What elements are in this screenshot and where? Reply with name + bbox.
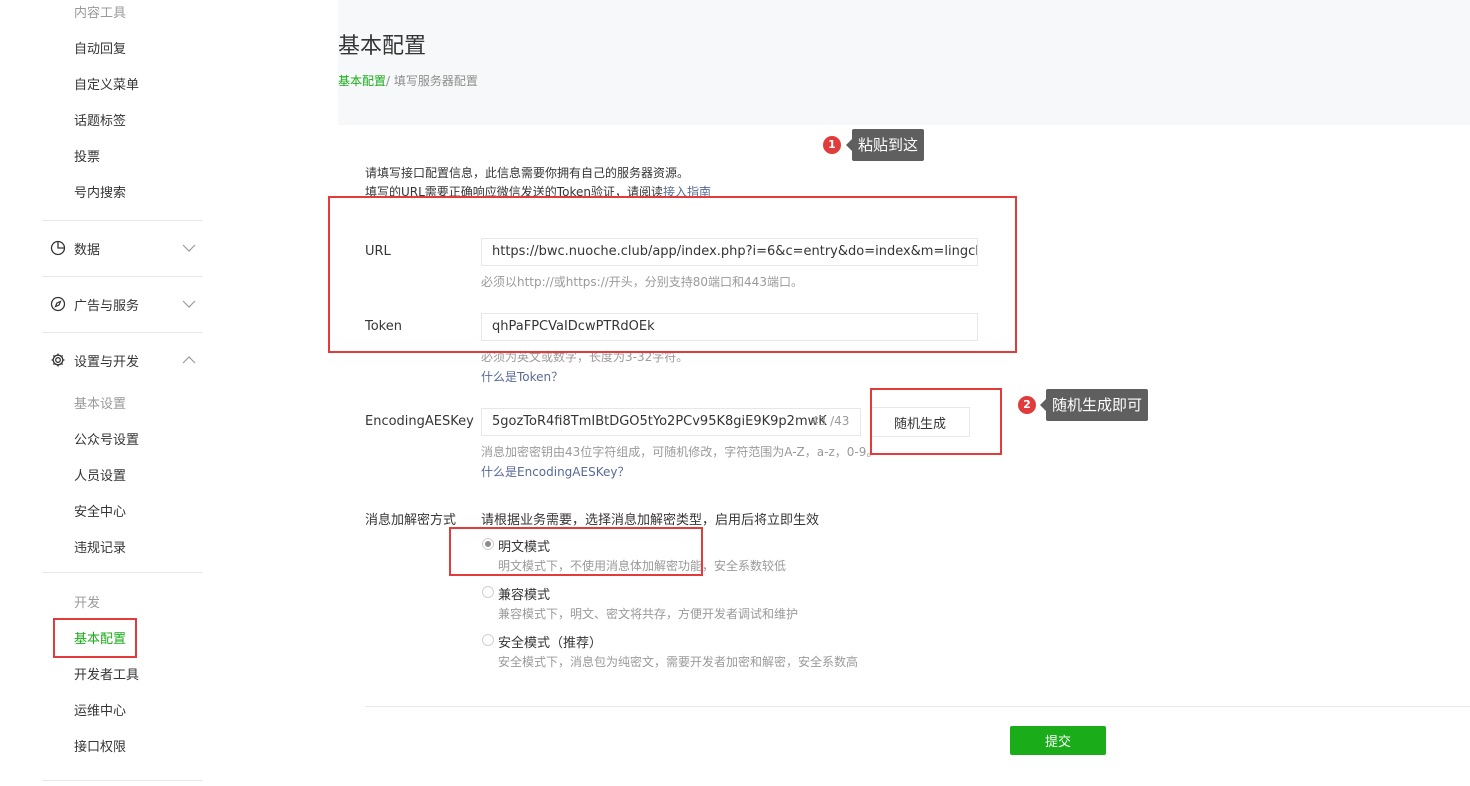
radio-compatible-mode[interactable]: 兼容模式: [482, 583, 562, 603]
annotation-box-sidebar: [53, 618, 137, 658]
sidebar-divider: [42, 220, 202, 221]
sidebar-section-content-tools: 内容工具: [74, 6, 127, 21]
sidebar-item-auto-reply[interactable]: 自动回复: [74, 38, 126, 57]
annotation-box-plaintext: [449, 527, 703, 576]
annotation-tag-1: 粘贴到这: [845, 129, 925, 161]
sidebar-group-label: 设置与开发: [74, 355, 140, 370]
sidebar-divider: [42, 780, 202, 781]
chevron-down-icon: [182, 300, 196, 308]
sidebar-divider: [42, 276, 202, 277]
sidebar-section-dev: 开发: [74, 596, 101, 611]
sidebar-divider: [42, 332, 202, 333]
breadcrumb-basic-config[interactable]: 基本配置: [338, 74, 386, 88]
encryption-mode-intro: 请根据业务需要，选择消息加解密类型，启用后将立即生效: [481, 513, 820, 528]
gear-icon: [51, 353, 65, 367]
encryption-mode-label: 消息加解密方式: [365, 513, 457, 528]
sidebar-item-developer-tools[interactable]: 开发者工具: [74, 664, 139, 683]
aes-key-hint: 消息加密密钥由43位字符组成，可随机修改，字符范围为A-Z，a-z，0-9。: [481, 445, 879, 459]
sidebar-item-account-settings[interactable]: 公众号设置: [74, 429, 139, 448]
breadcrumb-current: 填写服务器配置: [393, 74, 478, 88]
compass-icon: [50, 296, 66, 312]
sidebar-item-account-search[interactable]: 号内搜索: [74, 182, 126, 201]
annotation-box-random-generate: [870, 388, 1002, 455]
sidebar-item-vote[interactable]: 投票: [74, 146, 100, 165]
sidebar-group-data[interactable]: 数据: [50, 238, 202, 258]
sidebar-item-violation-records[interactable]: 违规记录: [74, 537, 126, 556]
breadcrumb-separator: /: [386, 74, 394, 88]
sidebar-group-settings[interactable]: 设置与开发: [50, 350, 202, 370]
intro-text: 请填写接口配置信息，此信息需要你拥有自己的服务器资源。: [365, 166, 690, 180]
main-header: [338, 0, 1470, 125]
chevron-down-icon: [182, 244, 196, 252]
aes-key-input[interactable]: 5gozToR4fi8TmIBtDGO5tYo2PCv95K8giE9K9p2m…: [481, 408, 861, 436]
annotation-number-2: 2: [1018, 396, 1036, 414]
sidebar-group-label: 广告与服务: [74, 299, 140, 314]
sidebar-item-security-center[interactable]: 安全中心: [74, 501, 126, 520]
sidebar-item-topic-tags[interactable]: 话题标签: [74, 110, 126, 129]
sidebar-section-basic-settings: 基本设置: [74, 397, 127, 412]
radio-unselected-icon[interactable]: [482, 634, 494, 646]
page-title: 基本配置: [338, 34, 427, 59]
radio-label: 安全模式（推荐）: [498, 636, 603, 651]
radio-unselected-icon[interactable]: [482, 586, 494, 598]
sidebar-item-custom-menu[interactable]: 自定义菜单: [74, 74, 139, 93]
sidebar-item-member-settings[interactable]: 人员设置: [74, 465, 126, 484]
sidebar-item-api-permissions[interactable]: 接口权限: [74, 736, 126, 755]
sidebar-group-label: 数据: [74, 243, 101, 258]
chevron-up-icon: [182, 356, 196, 364]
annotation-box-url-token: [328, 196, 1017, 353]
annotation-number-1: 1: [823, 136, 841, 154]
aes-key-label: EncodingAESKey: [365, 414, 474, 429]
radio-secure-mode[interactable]: 安全模式（推荐）: [482, 631, 622, 651]
sidebar-divider: [42, 572, 202, 573]
aes-key-help-link[interactable]: 什么是EncodingAESKey？: [481, 463, 629, 480]
form-divider: [365, 706, 1470, 707]
token-help-link[interactable]: 什么是Token？: [481, 368, 563, 385]
pie-chart-icon: [50, 240, 66, 256]
submit-button[interactable]: 提交: [1010, 726, 1106, 755]
breadcrumb: 基本配置/ 填写服务器配置: [338, 72, 478, 89]
sidebar-item-ops-center[interactable]: 运维中心: [74, 700, 126, 719]
radio-label: 兼容模式: [498, 588, 551, 603]
aes-key-counter: 43 /43: [811, 414, 850, 428]
sidebar-group-ads[interactable]: 广告与服务: [50, 294, 202, 314]
radio-desc: 安全模式下，消息包为纯密文，需要开发者加密和解密，安全系数高: [498, 655, 859, 669]
sidebar: 内容工具 自动回复 自定义菜单 话题标签 投票 号内搜索 数据 广告与服务 设置…: [0, 0, 338, 786]
annotation-tag-2: 随机生成即可: [1039, 389, 1149, 421]
radio-desc: 兼容模式下，明文、密文将共存，方便开发者调试和维护: [498, 607, 799, 621]
